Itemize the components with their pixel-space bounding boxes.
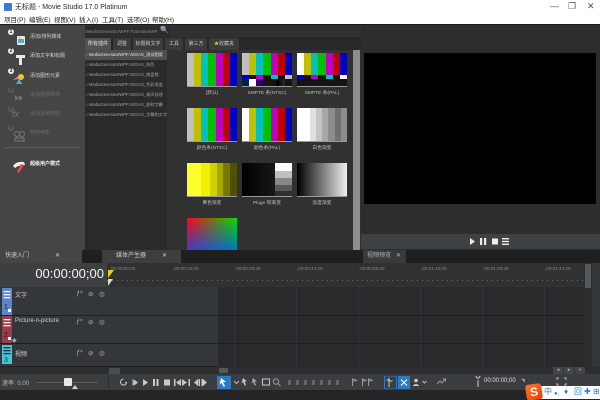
svg-text:3: 3 — [4, 357, 8, 364]
svg-text:1: 1 — [4, 304, 8, 311]
svg-text:2: 2 — [4, 332, 8, 339]
